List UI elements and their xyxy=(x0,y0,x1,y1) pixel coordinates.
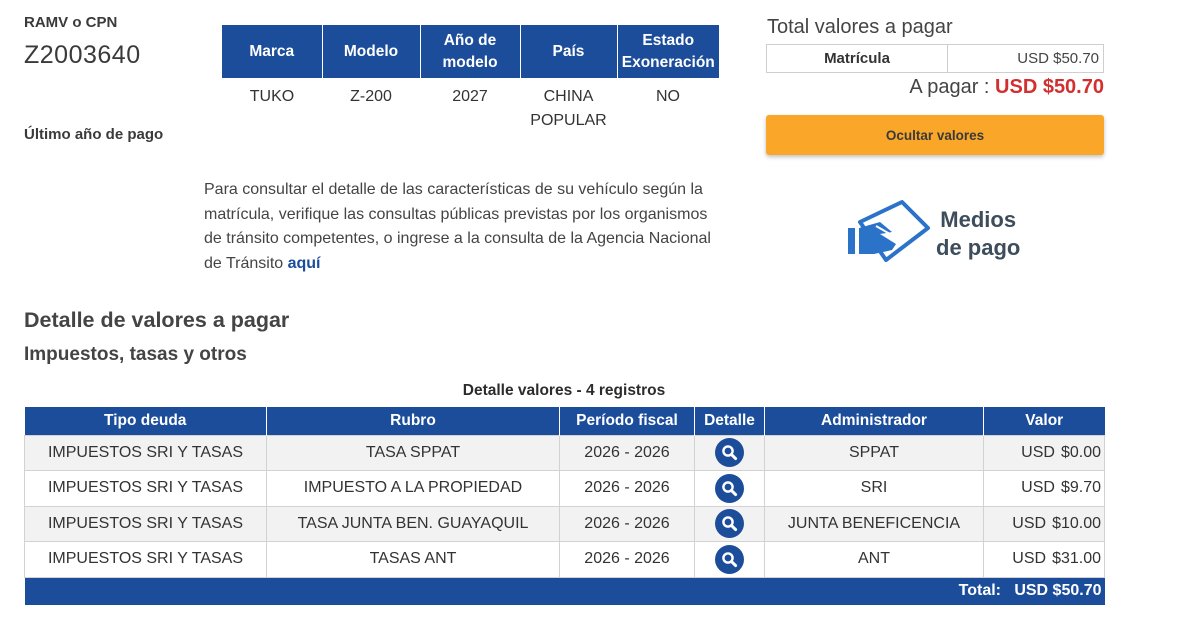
last-payment-year-label: Último año de pago xyxy=(24,126,164,143)
cell-valor: USD $10.00 xyxy=(983,505,1105,542)
cell-valor: USD $31.00 xyxy=(983,541,1105,578)
col-periodo-fiscal: Período fiscal xyxy=(559,407,695,435)
vehicle-info-paragraph: Para consultar el detalle de las caracte… xyxy=(204,178,729,276)
cell-periodo: 2026 - 2026 xyxy=(559,541,695,578)
matricula-amount: USD $50.70 xyxy=(1017,50,1099,67)
table-row: IMPUESTOS SRI Y TASAS TASAS ANT 2026 - 2… xyxy=(24,541,1105,578)
cell-rubro: TASAS ANT xyxy=(266,541,560,578)
detail-values-table: Tipo deuda Rubro Período fiscal Detalle … xyxy=(24,407,1105,605)
cell-amount: $10.00 xyxy=(1052,514,1101,532)
header-pais: País xyxy=(520,25,618,78)
col-detalle: Detalle xyxy=(694,407,765,435)
cell-currency: USD xyxy=(1012,514,1047,532)
cell-administrador: JUNTA BENEFICENCIA xyxy=(764,505,984,542)
header-estado-exoneracion: Estado Exoneración xyxy=(617,25,719,78)
cell-tipo-deuda: IMPUESTOS SRI Y TASAS xyxy=(24,470,267,507)
cell-detalle xyxy=(694,470,765,507)
vehicle-anio-modelo: 2027 xyxy=(452,88,488,105)
cell-valor: USD $9.70 xyxy=(983,470,1105,507)
hand-card-icon xyxy=(848,200,930,262)
cell-currency: USD xyxy=(1021,443,1055,461)
col-tipo-deuda: Tipo deuda xyxy=(24,407,267,435)
cell-detalle xyxy=(694,434,765,471)
vehicle-pais: CHINA POPULAR xyxy=(530,88,607,129)
table-row: IMPUESTOS SRI Y TASAS IMPUESTO A LA PROP… xyxy=(24,470,1105,507)
cell-tipo-deuda: IMPUESTOS SRI Y TASAS xyxy=(24,541,267,578)
header-marca: Marca xyxy=(222,25,323,78)
detail-table-caption: Detalle valores - 4 registros xyxy=(462,382,666,399)
ramv-value: Z2003640 xyxy=(24,41,141,69)
col-administrador: Administrador xyxy=(764,407,984,435)
vehicle-estado-exoneracion: NO xyxy=(656,88,680,105)
table-row: IMPUESTOS SRI Y TASAS TASA JUNTA BEN. GU… xyxy=(24,505,1105,542)
search-icon[interactable] xyxy=(715,438,744,468)
col-rubro: Rubro xyxy=(266,407,560,435)
matricula-label: Matrícula xyxy=(767,45,948,72)
cell-rubro: TASA SPPAT xyxy=(266,434,560,471)
header-modelo: Modelo xyxy=(322,25,421,78)
payment-methods-line1: Medios xyxy=(940,207,1017,232)
cell-administrador: SRI xyxy=(764,470,984,507)
cell-periodo: 2026 - 2026 xyxy=(559,434,695,471)
vehicle-modelo: Z-200 xyxy=(350,88,392,105)
totals-title: Total valores a pagar xyxy=(767,16,953,38)
cell-currency: USD xyxy=(1021,479,1055,497)
total-label: Total: xyxy=(958,582,1001,600)
payment-methods-line2: de pago xyxy=(936,235,1021,260)
vehicle-info-table: Marca Modelo Año de modelo País Estado E… xyxy=(222,25,719,134)
cell-administrador: SPPAT xyxy=(764,434,984,471)
total-value: USD $50.70 xyxy=(1014,582,1102,600)
cell-detalle xyxy=(694,541,765,578)
amount-to-pay-label: A pagar : xyxy=(909,76,996,98)
col-valor: Valor xyxy=(983,407,1105,435)
cell-amount: $0.00 xyxy=(1060,443,1101,461)
cell-tipo-deuda: IMPUESTOS SRI Y TASAS xyxy=(24,434,267,471)
amount-to-pay-value: USD $50.70 xyxy=(995,76,1104,98)
info-text: Para consultar el detalle de las caracte… xyxy=(204,181,711,272)
cell-amount: $9.70 xyxy=(1060,479,1101,497)
cell-currency: USD xyxy=(1012,550,1047,568)
cell-rubro: IMPUESTO A LA PROPIEDAD xyxy=(266,470,560,507)
cell-rubro: TASA JUNTA BEN. GUAYAQUIL xyxy=(266,505,560,542)
table-row: IMPUESTOS SRI Y TASAS TASA SPPAT 2026 - … xyxy=(24,434,1105,471)
ant-consulta-link[interactable]: aquí xyxy=(288,255,321,272)
matricula-summary: Matrícula USD $50.70 xyxy=(766,44,1104,73)
ramv-label: RAMV o CPN xyxy=(24,14,118,31)
total-cell: Total: USD $50.70 xyxy=(24,577,1105,605)
cell-administrador: ANT xyxy=(764,541,984,578)
cell-periodo: 2026 - 2026 xyxy=(559,505,695,542)
header-anio-modelo: Año de modelo xyxy=(420,25,521,78)
hide-values-button[interactable]: Ocultar valores xyxy=(766,115,1104,155)
search-icon[interactable] xyxy=(715,544,744,574)
payment-methods-label: Medios de pago xyxy=(936,206,1020,262)
cell-valor: USD $0.00 xyxy=(983,434,1105,471)
search-icon[interactable] xyxy=(715,509,744,539)
detail-section-title: Detalle de valores a pagar xyxy=(24,308,290,332)
amount-to-pay: A pagar : USD $50.70 xyxy=(767,76,1104,99)
payment-methods-link[interactable]: Medios de pago xyxy=(846,198,1046,270)
vehicle-marca: TUKO xyxy=(249,88,295,105)
cell-periodo: 2026 - 2026 xyxy=(559,470,695,507)
search-icon[interactable] xyxy=(715,473,744,503)
cell-detalle xyxy=(694,505,765,542)
table-total-row: Total: USD $50.70 xyxy=(24,577,1105,605)
taxes-subtitle: Impuestos, tasas y otros xyxy=(24,344,247,365)
cell-tipo-deuda: IMPUESTOS SRI Y TASAS xyxy=(24,505,267,542)
cell-amount: $31.00 xyxy=(1052,550,1101,568)
